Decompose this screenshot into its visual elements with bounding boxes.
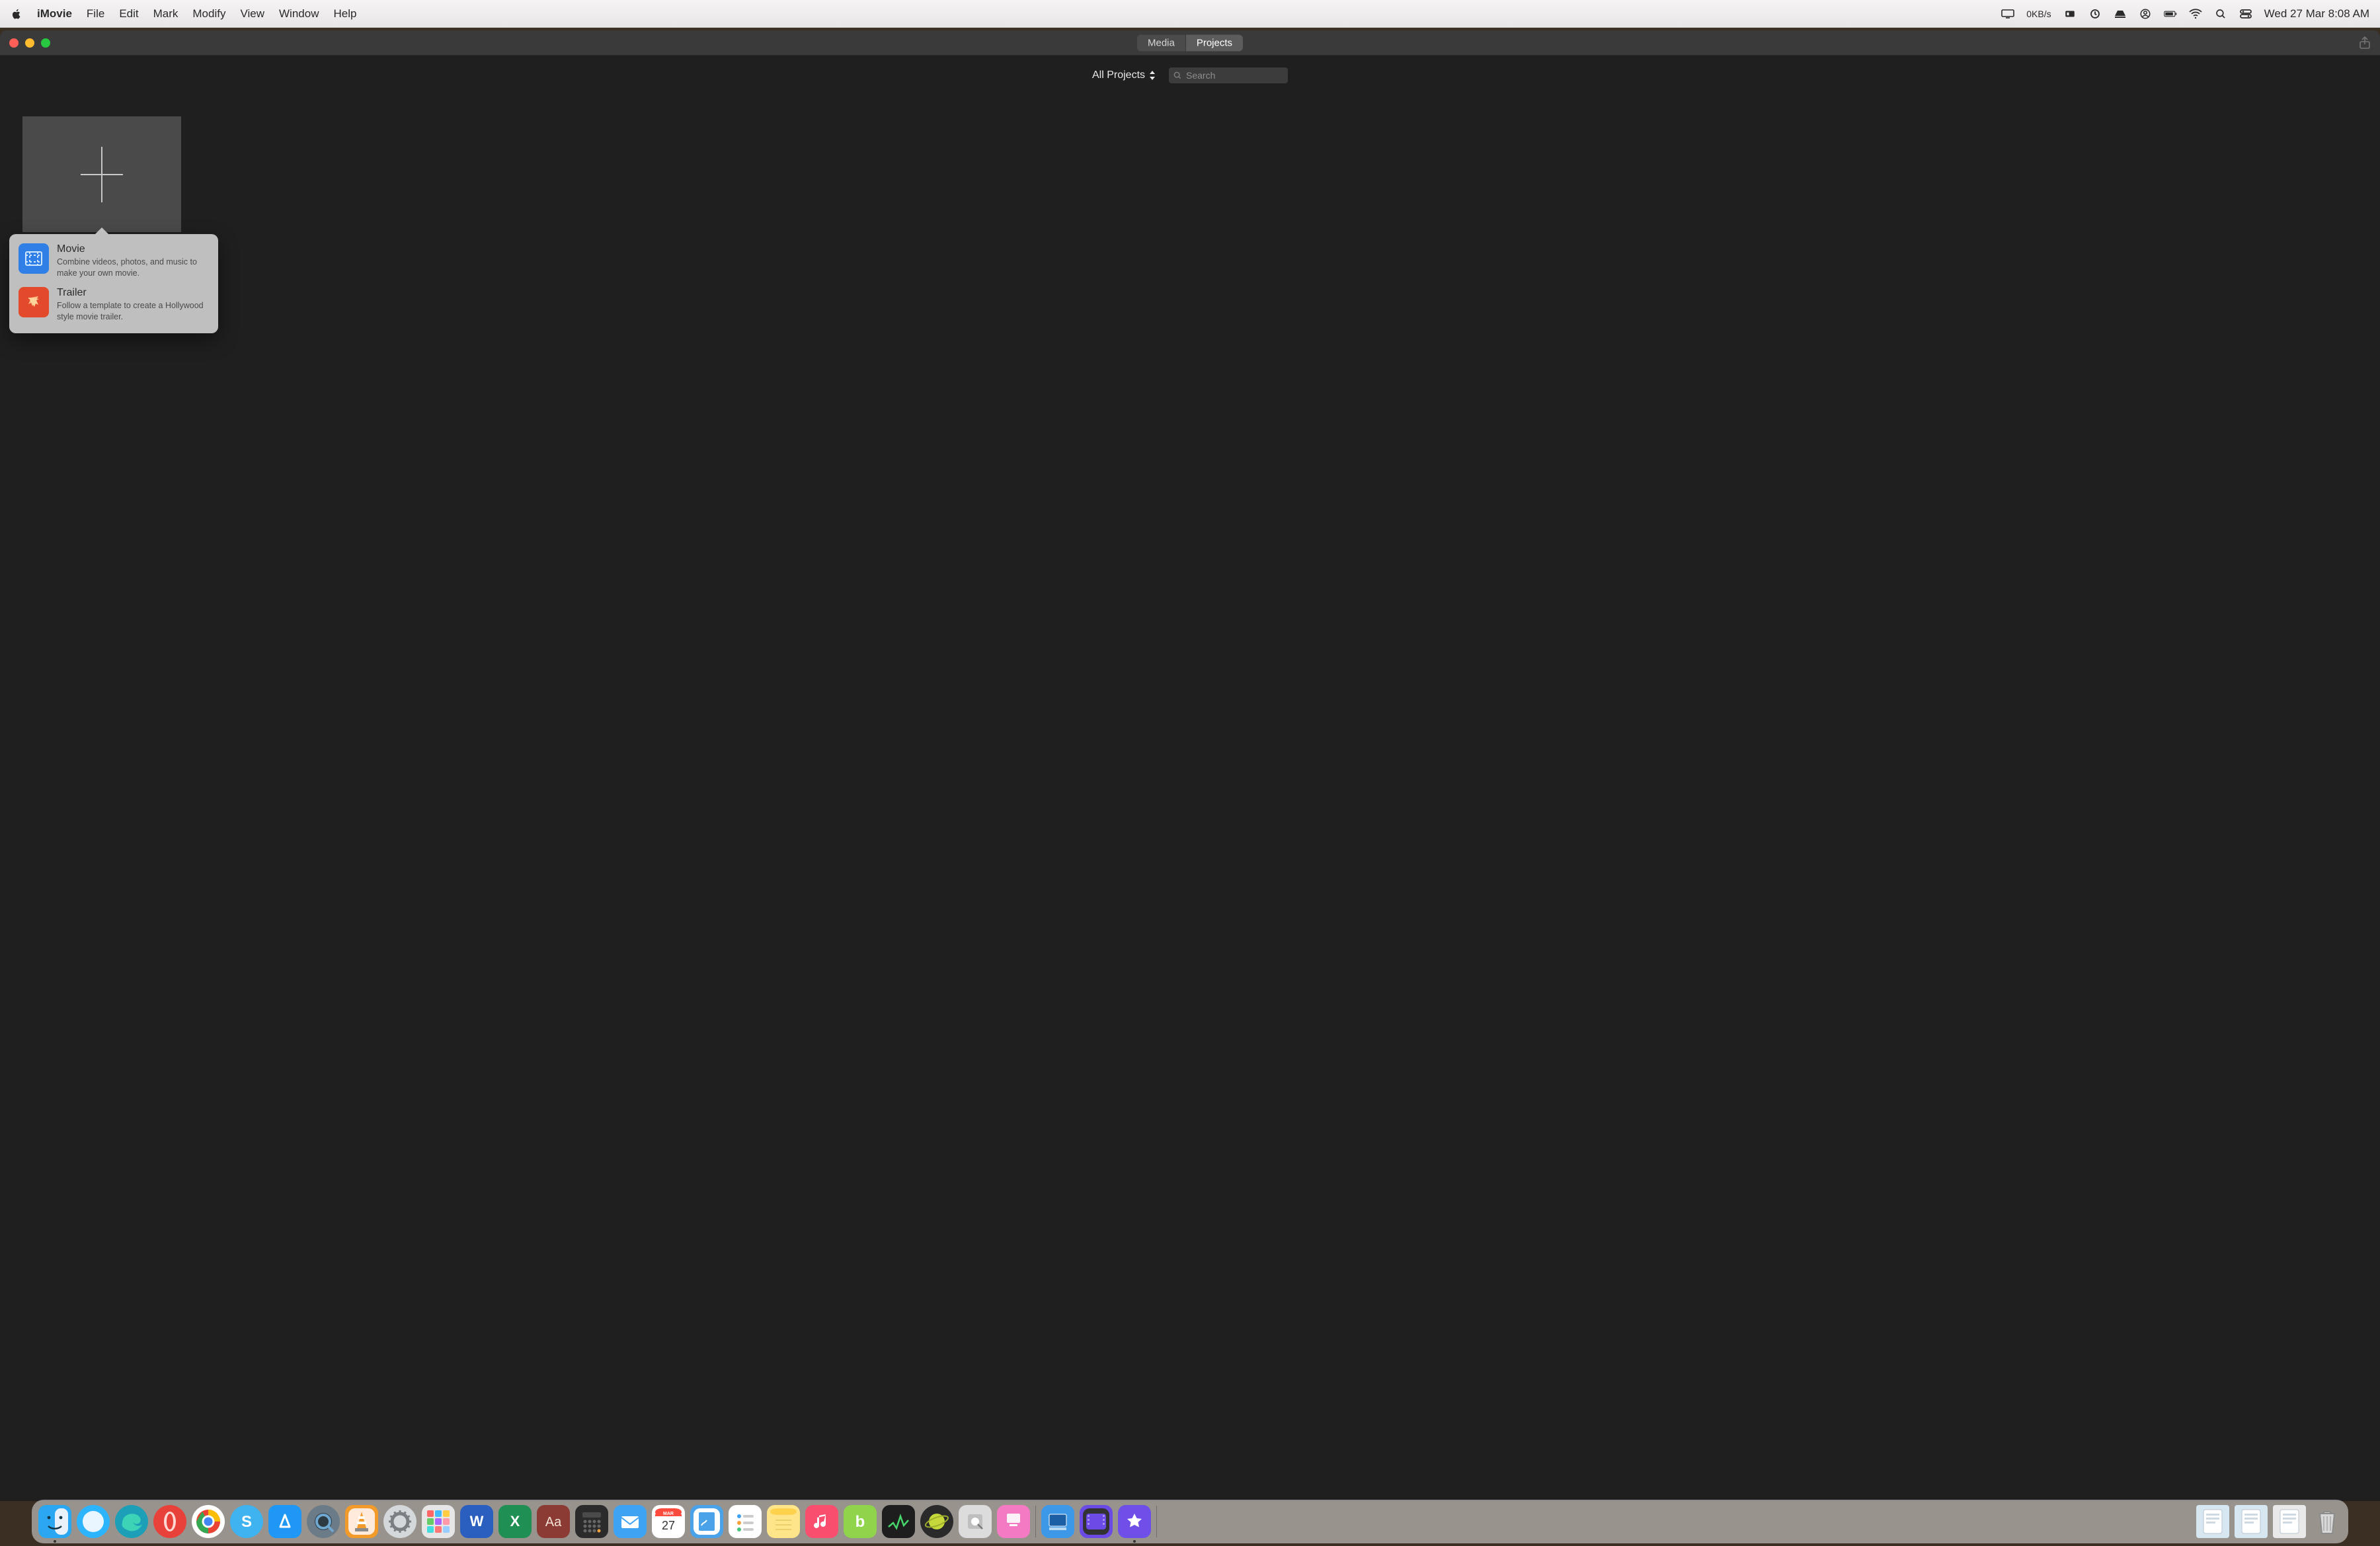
popover-movie-title: Movie	[57, 243, 209, 255]
menu-edit[interactable]: Edit	[119, 7, 138, 20]
projects-dropdown[interactable]: All Projects	[1092, 69, 1156, 81]
trailer-icon	[19, 287, 49, 317]
dock-reminders[interactable]	[729, 1505, 762, 1538]
dock-skype[interactable]: S	[230, 1505, 263, 1538]
dock-doc-doc2[interactable]	[2235, 1505, 2268, 1538]
menu-extra-icon-1[interactable]	[2063, 7, 2077, 20]
dock-chrome[interactable]	[192, 1505, 225, 1538]
dock-calculator[interactable]	[575, 1505, 608, 1538]
dock-fcpx[interactable]	[1080, 1505, 1113, 1538]
popover-trailer-text: Trailer Follow a template to create a Ho…	[57, 287, 209, 323]
user-account-icon[interactable]	[2139, 7, 2152, 20]
dock-excel[interactable]: X	[498, 1505, 532, 1538]
dock-doc-doc3[interactable]	[2273, 1505, 2306, 1538]
dock-trash[interactable]	[2313, 1505, 2342, 1538]
search-input[interactable]	[1169, 67, 1288, 83]
share-icon[interactable]	[2359, 36, 2371, 50]
svg-text:MAR: MAR	[663, 1512, 674, 1516]
spotlight-icon[interactable]	[2214, 7, 2227, 20]
dock-mail[interactable]	[614, 1505, 647, 1538]
popover-item-movie[interactable]: Movie Combine videos, photos, and music …	[16, 239, 212, 283]
dock-activity[interactable]	[882, 1505, 915, 1538]
dock-quicktime[interactable]	[307, 1505, 340, 1538]
svg-text:27: 27	[662, 1519, 675, 1532]
battery-icon[interactable]	[2164, 7, 2177, 20]
dock-doc-doc1[interactable]	[2196, 1505, 2229, 1538]
dock-word[interactable]: W	[460, 1505, 493, 1538]
dock-cleanmymac[interactable]	[997, 1505, 1030, 1538]
menu-view[interactable]: View	[240, 7, 264, 20]
menubar: iMovie File Edit Mark Modify View Window…	[0, 0, 2380, 28]
search-icon	[1173, 71, 1182, 80]
dock-separator	[1156, 1506, 1157, 1537]
projects-dropdown-label: All Projects	[1092, 69, 1145, 81]
svg-text:b: b	[855, 1513, 865, 1531]
popover-movie-sub: Combine videos, photos, and music to mak…	[57, 257, 209, 279]
window-fullscreen-button[interactable]	[41, 38, 50, 48]
dock-finder[interactable]	[38, 1505, 71, 1538]
popover-movie-text: Movie Combine videos, photos, and music …	[57, 243, 209, 279]
control-center-icon[interactable]	[2239, 7, 2252, 20]
menu-drive-icon[interactable]	[2114, 7, 2127, 20]
menu-window[interactable]: Window	[279, 7, 319, 20]
dock-dictionary[interactable]: Aa	[537, 1505, 570, 1538]
network-rate: 0KB/s	[2026, 9, 2051, 19]
dock-vlc[interactable]	[345, 1505, 378, 1538]
popover-trailer-title: Trailer	[57, 287, 209, 299]
popover-trailer-sub: Follow a template to create a Hollywood …	[57, 300, 209, 323]
window-minimize-button[interactable]	[25, 38, 34, 48]
dock-imovie[interactable]	[1118, 1505, 1151, 1538]
display-status-icon[interactable]	[2001, 7, 2014, 20]
menu-file[interactable]: File	[87, 7, 104, 20]
dock-beeper[interactable]: b	[844, 1505, 877, 1538]
movie-icon	[19, 243, 49, 274]
tab-switcher: Media Projects	[1137, 34, 1243, 51]
dock-settings[interactable]	[383, 1505, 416, 1538]
dock-edge[interactable]	[115, 1505, 148, 1538]
dock-safari[interactable]	[77, 1505, 110, 1538]
dropdown-chevrons-icon	[1149, 71, 1156, 80]
menu-mark[interactable]: Mark	[153, 7, 178, 20]
menubar-datetime[interactable]: Wed 27 Mar 8:08 AM	[2264, 7, 2369, 20]
dock-calendar[interactable]: MAR 27	[652, 1505, 685, 1538]
svg-text:Aa: Aa	[545, 1515, 562, 1529]
menu-modify[interactable]: Modify	[192, 7, 225, 20]
create-project-tile[interactable]	[22, 116, 181, 232]
dock-planet[interactable]	[920, 1505, 953, 1538]
search-field-wrap	[1169, 67, 1288, 83]
menu-app[interactable]: iMovie	[37, 7, 72, 20]
dock-opera[interactable]	[153, 1505, 186, 1538]
dock-diskutil[interactable]	[959, 1505, 992, 1538]
tab-media[interactable]: Media	[1137, 34, 1186, 51]
svg-text:W: W	[470, 1513, 484, 1529]
dock: S W X Aa MAR 27 b	[32, 1500, 2348, 1543]
traffic-lights	[9, 38, 50, 48]
dock-notes[interactable]	[767, 1505, 800, 1538]
menu-extra-icon-2[interactable]	[2088, 7, 2102, 20]
dock-pages[interactable]	[690, 1505, 723, 1538]
menu-help[interactable]: Help	[333, 7, 356, 20]
new-project-popover: Movie Combine videos, photos, and music …	[9, 234, 218, 333]
window-titlebar: Media Projects	[0, 30, 2380, 56]
imovie-window: Media Projects All Projects	[0, 30, 2380, 1501]
popover-item-trailer[interactable]: Trailer Follow a template to create a Ho…	[16, 283, 212, 327]
wifi-icon[interactable]	[2189, 7, 2202, 20]
plus-icon	[101, 147, 102, 202]
projects-canvas: Movie Combine videos, photos, and music …	[0, 95, 2380, 1501]
apple-menu-icon[interactable]	[11, 8, 22, 20]
dock-screenflow[interactable]	[1041, 1505, 1074, 1538]
toolbar: All Projects	[0, 56, 2380, 95]
dock-separator	[1035, 1506, 1036, 1537]
dock-launchpad[interactable]	[422, 1505, 455, 1538]
tab-projects[interactable]: Projects	[1186, 34, 1243, 51]
window-close-button[interactable]	[9, 38, 19, 48]
svg-text:X: X	[510, 1513, 520, 1529]
dock-music[interactable]	[805, 1505, 838, 1538]
menubar-left: iMovie File Edit Mark Modify View Window…	[11, 7, 356, 20]
svg-text:S: S	[241, 1513, 252, 1531]
menubar-right: 0KB/s Wed 27 Mar 8:08 AM	[2001, 7, 2369, 20]
dock-appstore[interactable]	[268, 1505, 301, 1538]
